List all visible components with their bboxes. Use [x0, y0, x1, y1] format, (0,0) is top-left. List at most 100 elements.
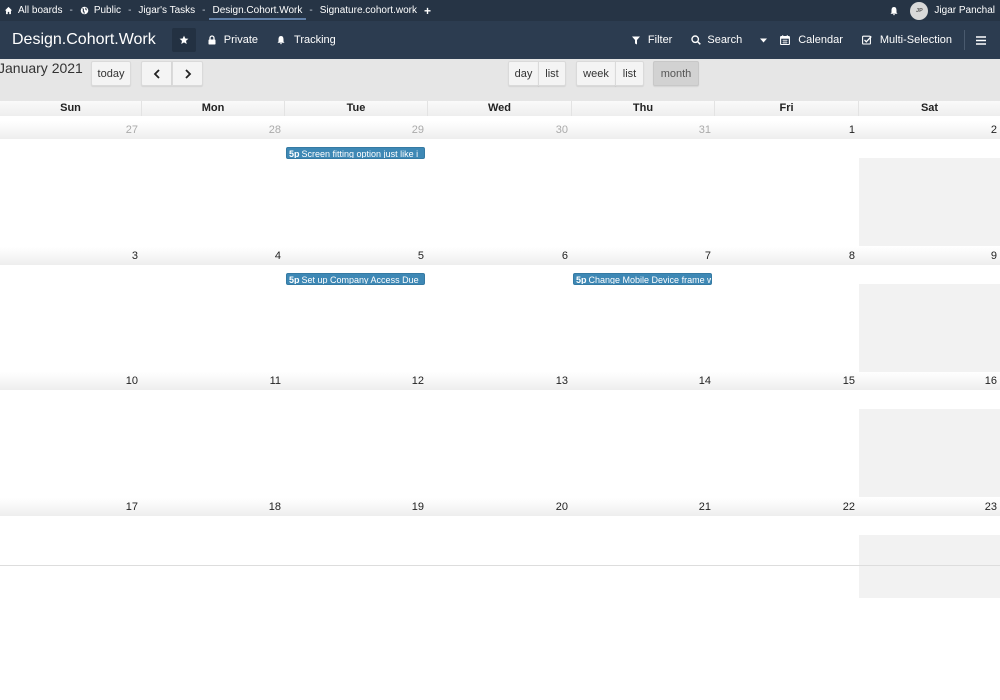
avatar[interactable]: JP: [910, 1, 929, 20]
hamburger-menu-icon[interactable]: [976, 35, 986, 45]
weekday-header-wed: Wed: [427, 101, 571, 116]
day-number[interactable]: 2: [858, 121, 1000, 139]
day-number[interactable]: 23: [858, 498, 1000, 516]
day-number[interactable]: 10: [0, 372, 141, 390]
day-number[interactable]: 12: [284, 372, 427, 390]
weekday-header-sat: Sat: [858, 101, 1000, 116]
crumb-design-cohort-work[interactable]: Design.Cohort.Work: [208, 0, 307, 21]
day-number[interactable]: 22: [714, 498, 858, 516]
day-number[interactable]: 7: [571, 247, 714, 265]
weekday-header-mon: Mon: [141, 101, 284, 116]
day-number[interactable]: 20: [427, 498, 571, 516]
event-title: Change Mobile Device frame w: [588, 274, 712, 285]
view-dropdown-toggle[interactable]: [760, 34, 768, 46]
star-icon: [179, 35, 189, 44]
multi-selection-button[interactable]: Multi-Selection: [861, 34, 952, 46]
event-time: 5p: [289, 274, 300, 285]
crumb-all-boards[interactable]: All boards: [4, 0, 62, 21]
prev-button[interactable]: [141, 61, 172, 86]
day-number[interactable]: 30: [427, 121, 571, 139]
top-nav-bar: All boards - Public - Jigar's Tasks - De…: [0, 0, 1000, 21]
weekend-day-cell[interactable]: [859, 534, 1000, 598]
chevron-left-icon: [153, 68, 160, 79]
day-number[interactable]: 8: [714, 247, 858, 265]
day-number[interactable]: 5: [284, 247, 427, 265]
event-time: 5p: [576, 274, 587, 285]
day-number[interactable]: 28: [141, 121, 284, 139]
calendar-icon: [780, 35, 791, 45]
crumb-label: All boards: [18, 5, 63, 16]
day-number[interactable]: 21: [571, 498, 714, 516]
day-number-row: 27 28 29 30 31 1 2: [0, 121, 1000, 139]
globe-icon: [80, 6, 89, 15]
next-button[interactable]: [172, 61, 203, 86]
crumb-label: Design.Cohort.Work: [212, 5, 303, 16]
day-number[interactable]: 1: [714, 121, 858, 139]
view-week-list-button[interactable]: list: [615, 61, 644, 86]
tracking-button[interactable]: Tracking: [276, 34, 336, 46]
view-day-list-button[interactable]: list: [538, 61, 566, 86]
day-number-row: 17 18 19 20 21 22 23: [0, 497, 1000, 516]
day-number[interactable]: 29: [284, 121, 427, 139]
view-week-button[interactable]: week: [576, 61, 616, 86]
crumb-separator: -: [69, 5, 73, 16]
filter-button[interactable]: Filter: [631, 34, 672, 46]
week-row: 17 18 19 20 21 22 23: [0, 497, 1000, 619]
day-number[interactable]: 9: [858, 247, 1000, 265]
crumb-label: Jigar's Tasks: [138, 5, 196, 16]
week-row: 3 4 5 6 7 8 9 5p Set up Company Access Due 5p Chan…: [0, 246, 1000, 372]
visibility-button[interactable]: Private: [208, 34, 258, 46]
board-title[interactable]: Design.Cohort.Work: [12, 31, 156, 49]
day-number[interactable]: 27: [0, 121, 141, 139]
day-number[interactable]: 15: [714, 372, 858, 390]
month-title: January 2021: [0, 60, 83, 76]
day-number[interactable]: 18: [141, 498, 284, 516]
multi-selection-label: Multi-Selection: [879, 34, 952, 46]
crumb-public[interactable]: Public: [80, 0, 121, 21]
crumb-separator: -: [128, 5, 132, 16]
view-day-button[interactable]: day: [508, 61, 539, 86]
bell-icon: [276, 35, 286, 45]
week-row: 10 11 12 13 14 15 16: [0, 372, 1000, 497]
calendar-event[interactable]: 5p Change Mobile Device frame w: [573, 272, 712, 285]
weekend-day-cell[interactable]: [859, 158, 1000, 246]
calendar-toolbar: January 2021 today day list week list mo…: [0, 59, 1000, 101]
crumb-separator: -: [202, 5, 206, 16]
today-button[interactable]: today: [91, 61, 131, 86]
event-time: 5p: [289, 149, 300, 159]
weekend-day-cell[interactable]: [859, 283, 1000, 372]
day-number[interactable]: 17: [0, 498, 141, 516]
weeks-container: 27 28 29 30 31 1 2 5p Screen fitting option just…: [0, 121, 1000, 618]
day-number[interactable]: 13: [427, 372, 571, 390]
filter-icon: [631, 36, 640, 45]
crumb-signature-cohort-work[interactable]: Signature.cohort.work: [320, 0, 417, 21]
chevron-right-icon: [184, 68, 191, 79]
calendar-event[interactable]: 5p Set up Company Access Due: [286, 272, 425, 285]
day-number[interactable]: 3: [0, 247, 141, 265]
home-icon: [4, 6, 13, 15]
calendar-view-button[interactable]: Calendar: [780, 34, 843, 46]
add-board-button[interactable]: +: [424, 4, 431, 18]
day-number[interactable]: 16: [858, 372, 1000, 390]
day-number[interactable]: 11: [141, 372, 284, 390]
crumb-separator: -: [309, 5, 313, 16]
day-number-row: 3456789: [0, 246, 1000, 265]
breadcrumb: All boards - Public - Jigar's Tasks - De…: [0, 0, 431, 21]
star-button[interactable]: [171, 28, 196, 52]
day-number[interactable]: 31: [571, 121, 714, 139]
weekend-day-cell[interactable]: [859, 409, 1000, 497]
day-number[interactable]: 14: [571, 372, 714, 390]
day-number[interactable]: 6: [427, 247, 571, 265]
board-header: Design.Cohort.Work Private Tracking Filt…: [0, 21, 1000, 59]
day-number[interactable]: 4: [141, 247, 284, 265]
search-button[interactable]: Search: [691, 34, 742, 46]
crumb-jigars-tasks[interactable]: Jigar's Tasks: [138, 0, 195, 21]
user-name[interactable]: Jigar Panchal: [934, 5, 995, 16]
calendar-bottom-border: [0, 565, 1000, 566]
weekday-header-tue: Tue: [284, 101, 427, 116]
notifications-bell-icon[interactable]: [889, 6, 899, 16]
day-number[interactable]: 19: [284, 498, 427, 516]
calendar-event[interactable]: 5p Screen fitting option just like i: [286, 147, 425, 159]
view-month-button[interactable]: month: [653, 61, 699, 86]
event-title: Set up Company Access Due: [301, 274, 419, 285]
